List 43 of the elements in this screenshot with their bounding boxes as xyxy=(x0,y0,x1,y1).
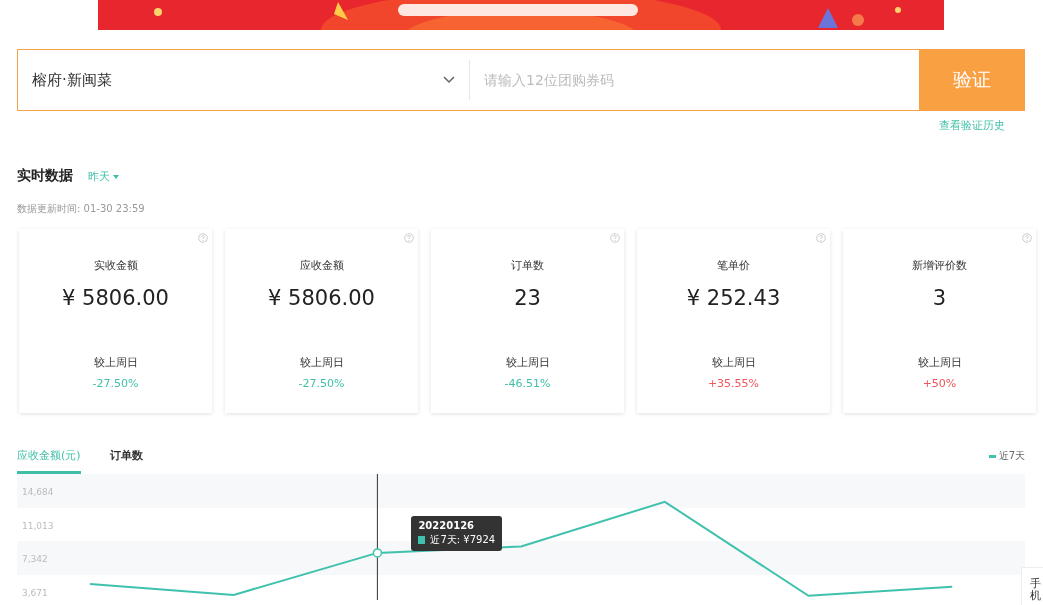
chevron-down-icon xyxy=(443,76,455,84)
stat-label: 订单数 xyxy=(511,258,544,273)
update-time: 数据更新时间: 01-30 23:59 xyxy=(17,202,146,216)
stat-label: 笔单价 xyxy=(717,258,750,273)
axis-label: 7,342 xyxy=(22,554,48,564)
tooltip-value: 近7天: ¥7924 xyxy=(430,533,496,547)
change-value: -27.50% xyxy=(92,377,139,390)
stat-value: ¥ 5806.00 xyxy=(268,286,375,310)
help-icon[interactable] xyxy=(610,233,620,243)
section-title: 实时数据 xyxy=(17,167,73,185)
help-icon[interactable] xyxy=(198,233,208,243)
stat-value: ¥ 252.43 xyxy=(686,286,781,310)
compare-label: 较上周日 xyxy=(917,355,962,370)
stat-label: 新增评价数 xyxy=(912,258,967,273)
change-value: +50% xyxy=(922,377,957,390)
compare-label: 较上周日 xyxy=(93,355,138,370)
change-value: +35.55% xyxy=(707,377,760,390)
series-marker-icon xyxy=(418,536,426,544)
stat-label: 实收金额 xyxy=(93,258,138,273)
tooltip-title: 20220126 xyxy=(418,520,476,531)
compare-label: 较上周日 xyxy=(711,355,756,370)
compare-label: 较上周日 xyxy=(299,355,344,370)
stat-value: 23 xyxy=(514,286,541,310)
caret-icon xyxy=(113,174,119,179)
stat-value: ¥ 5806.00 xyxy=(62,286,169,310)
help-icon[interactable] xyxy=(1022,233,1032,243)
legend-label[interactable]: 近7天 xyxy=(998,449,1025,463)
help-icon[interactable] xyxy=(404,233,414,243)
axis-label: 3,671 xyxy=(22,587,48,598)
stat-value: 3 xyxy=(932,286,947,310)
change-value: -46.51% xyxy=(504,377,551,390)
stat-label: 应收金额 xyxy=(299,258,344,273)
legend-icon xyxy=(988,454,996,458)
store-select[interactable]: 榕府·新闽菜 xyxy=(18,50,469,110)
data-point xyxy=(372,548,383,558)
coupon-field[interactable]: 榕府·新闽菜 请输入12位团购券码 验证 xyxy=(17,49,1025,111)
help-icon[interactable] xyxy=(816,233,826,243)
compare-label: 较上周日 xyxy=(505,355,550,370)
axis-label: 14,684 xyxy=(22,487,54,497)
chart-tab[interactable]: 订单数 xyxy=(109,446,143,474)
side-tab[interactable]: 手机 xyxy=(1021,567,1043,605)
change-value: -27.50% xyxy=(298,377,345,390)
axis-label: 11,013 xyxy=(22,520,54,531)
